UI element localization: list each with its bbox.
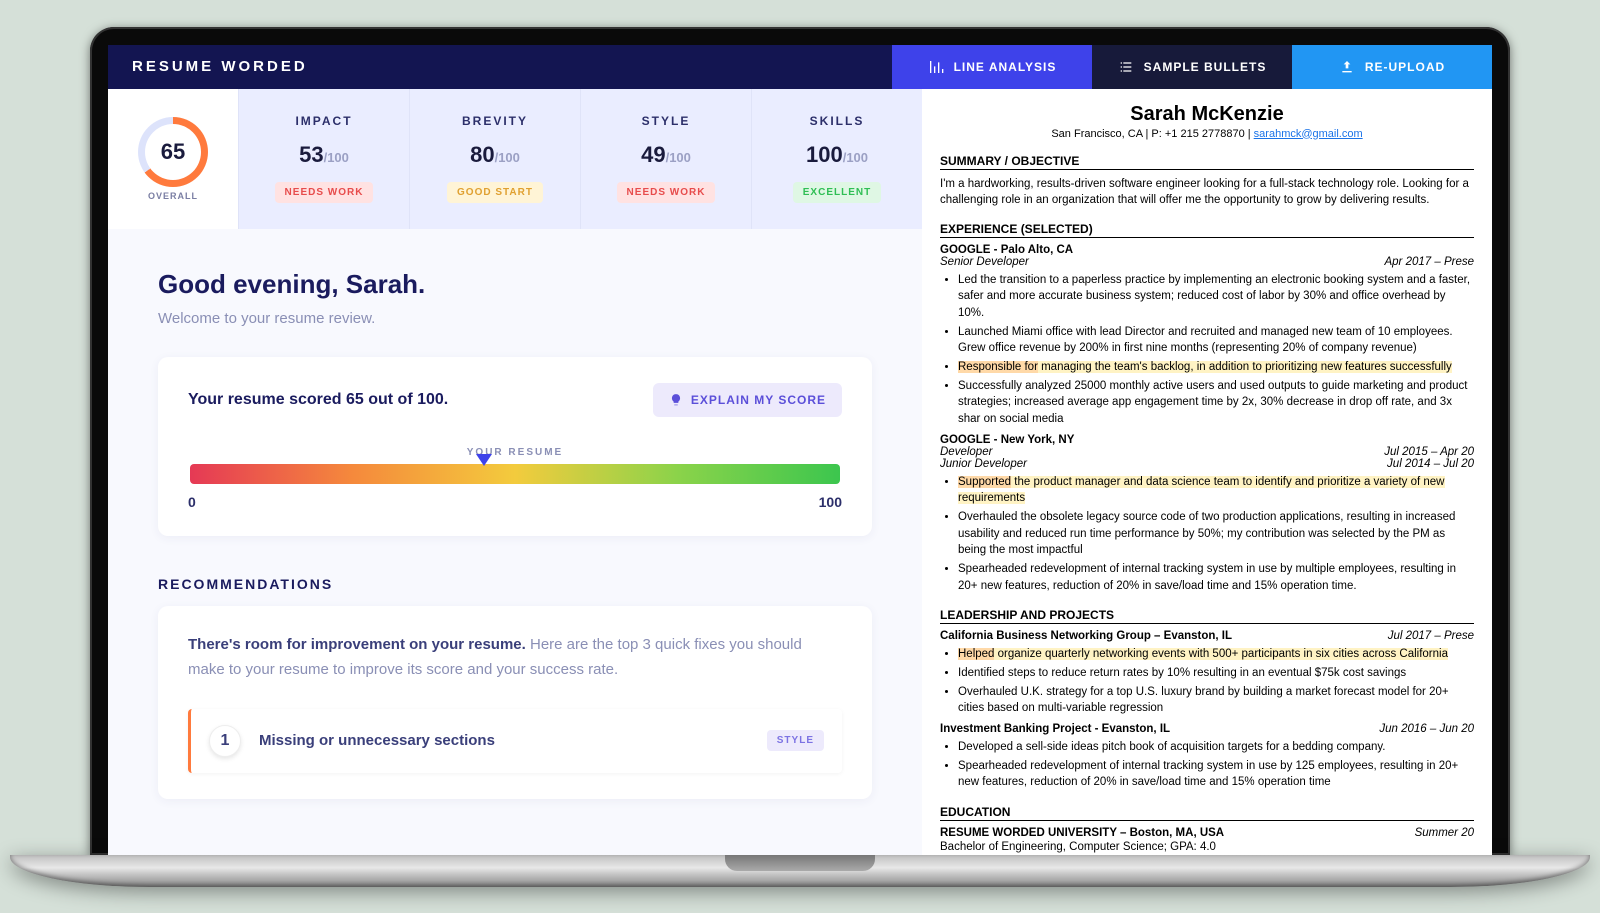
bar-high: 100 <box>819 494 842 510</box>
recommendations-card: There's room for improvement on your res… <box>158 606 872 799</box>
score-value: 80 <box>470 142 494 167</box>
section-leadership: LEADERSHIP AND PROJECTS <box>940 608 1474 624</box>
exp-bullets: Supported the product manager and data s… <box>958 474 1474 595</box>
top-nav: RESUME WORDED LINE ANALYSIS SAMPLE BULLE… <box>108 45 1492 89</box>
explain-score-button[interactable]: EXPLAIN MY SCORE <box>653 383 842 417</box>
greeting: Good evening, Sarah. <box>158 269 872 300</box>
recommendation-item[interactable]: 1 Missing or unnecessary sections STYLE <box>188 709 842 773</box>
recommendation-tag: STYLE <box>767 730 824 751</box>
bullet-highlighted: Helped organize quarterly networking eve… <box>958 646 1474 663</box>
left-panel: 65 OVERALL IMPACT 53/100 NEEDS WORK BREV… <box>108 89 922 855</box>
score-bar <box>190 464 840 484</box>
tab-reupload[interactable]: RE-UPLOAD <box>1292 45 1492 89</box>
exp-head: GOOGLE - New York, NY <box>940 434 1074 446</box>
bullet: Successfully analyzed 25000 monthly acti… <box>958 378 1474 428</box>
score-title: IMPACT <box>295 114 352 128</box>
edu-head: RESUME WORDED UNIVERSITY – Boston, MA, U… <box>940 827 1224 839</box>
score-card: Your resume scored 65 out of 100. EXPLAI… <box>158 357 872 536</box>
laptop-base <box>10 855 1590 887</box>
upload-icon <box>1339 59 1355 75</box>
exp-role: Senior Developer <box>940 256 1029 268</box>
list-icon <box>1118 59 1134 75</box>
exp-date: Apr 2017 – Prese <box>1384 256 1474 268</box>
score-value: 100 <box>806 142 843 167</box>
proj-date: Jul 2017 – Prese <box>1388 630 1474 642</box>
score-denom: /100 <box>324 150 349 165</box>
section-education: EDUCATION <box>940 805 1474 821</box>
bar-label: YOUR RESUME <box>188 447 842 458</box>
overall-score: 65 OVERALL <box>108 89 238 229</box>
proj-bullets: Developed a sell-side ideas pitch book o… <box>958 739 1474 791</box>
bullet: Overhauled U.K. strategy for a top U.S. … <box>958 684 1474 717</box>
bullet: Spearheaded redevelopment of internal tr… <box>958 758 1474 791</box>
bullet: Led the transition to a paperless practi… <box>958 272 1474 322</box>
bullet: Identified steps to reduce return rates … <box>958 665 1474 682</box>
score-chip: EXCELLENT <box>793 182 881 203</box>
score-value: 53 <box>299 142 323 167</box>
bullet: Developed a sell-side ideas pitch book o… <box>958 739 1474 756</box>
overall-label: OVERALL <box>148 191 198 201</box>
exp-role: Junior Developer <box>940 458 1027 470</box>
bullet: Spearheaded redevelopment of internal tr… <box>958 561 1474 594</box>
score-style[interactable]: STYLE 49/100 NEEDS WORK <box>580 89 751 229</box>
proj-bullets: Helped organize quarterly networking eve… <box>958 646 1474 717</box>
score-chip: NEEDS WORK <box>275 182 374 203</box>
score-ring: 65 <box>138 117 208 187</box>
score-chip: NEEDS WORK <box>617 182 716 203</box>
section-experience: EXPERIENCE (SELECTED) <box>940 222 1474 238</box>
score-skills[interactable]: SKILLS 100/100 EXCELLENT <box>751 89 922 229</box>
score-denom: /100 <box>843 150 868 165</box>
exp-date: Jul 2015 – Apr 20 <box>1384 446 1474 458</box>
bullet: Overhauled the obsolete legacy source co… <box>958 509 1474 559</box>
score-value: 49 <box>641 142 665 167</box>
exp-bullets: Led the transition to a paperless practi… <box>958 272 1474 428</box>
exp-role: Developer <box>940 446 992 458</box>
tab-reupload-label: RE-UPLOAD <box>1365 60 1445 74</box>
score-title: BREVITY <box>462 114 528 128</box>
edu-sub: Bachelor of Engineering, Computer Scienc… <box>940 839 1474 854</box>
tab-line-label: LINE ANALYSIS <box>954 60 1057 74</box>
brand-logo: RESUME WORDED <box>108 45 892 89</box>
score-denom: /100 <box>666 150 691 165</box>
recommendations-lead: There's room for improvement on your res… <box>188 632 842 683</box>
score-title: STYLE <box>642 114 691 128</box>
resume-contact: San Francisco, CA | P: +1 215 2778870 | … <box>940 128 1474 140</box>
score-sentence: Your resume scored 65 out of 100. <box>188 391 448 409</box>
recommendation-text: Missing or unnecessary sections <box>259 732 749 749</box>
bullet-highlighted: Supported the product manager and data s… <box>958 474 1474 507</box>
explain-label: EXPLAIN MY SCORE <box>691 393 826 407</box>
score-denom: /100 <box>495 150 520 165</box>
score-pointer <box>476 454 492 466</box>
proj-head: Investment Banking Project - Evanston, I… <box>940 723 1170 735</box>
lightbulb-icon <box>669 393 683 407</box>
bullet-highlighted: Responsible for managing the team's back… <box>958 359 1474 376</box>
score-title: SKILLS <box>810 114 865 128</box>
score-brevity[interactable]: BREVITY 80/100 GOOD START <box>409 89 580 229</box>
section-summary: SUMMARY / OBJECTIVE <box>940 154 1474 170</box>
proj-date: Jun 2016 – Jun 20 <box>1379 723 1474 735</box>
summary-text: I'm a hardworking, results-driven softwa… <box>940 176 1474 208</box>
bar-low: 0 <box>188 494 196 510</box>
greeting-sub: Welcome to your resume review. <box>158 310 872 327</box>
exp-date: Jul 2014 – Jul 20 <box>1387 458 1474 470</box>
tab-sample-label: SAMPLE BULLETS <box>1144 60 1267 74</box>
edu-date: Summer 20 <box>1415 827 1474 839</box>
bullet: Launched Miami office with lead Director… <box>958 324 1474 357</box>
tab-sample-bullets[interactable]: SAMPLE BULLETS <box>1092 45 1292 89</box>
exp-head: GOOGLE - Palo Alto, CA <box>940 244 1073 256</box>
analysis-icon <box>928 59 944 75</box>
resume-email-link[interactable]: sarahmck@gmail.com <box>1254 128 1363 140</box>
resume-preview[interactable]: Sarah McKenzie San Francisco, CA | P: +1… <box>922 89 1492 855</box>
overall-score-value: 65 <box>161 139 185 165</box>
resume-name: Sarah McKenzie <box>940 103 1474 126</box>
score-impact[interactable]: IMPACT 53/100 NEEDS WORK <box>238 89 409 229</box>
score-strip: 65 OVERALL IMPACT 53/100 NEEDS WORK BREV… <box>108 89 922 229</box>
proj-head: California Business Networking Group – E… <box>940 630 1232 642</box>
tab-line-analysis[interactable]: LINE ANALYSIS <box>892 45 1092 89</box>
recommendation-number: 1 <box>209 725 241 757</box>
score-chip: GOOD START <box>447 182 543 203</box>
recommendations-title: RECOMMENDATIONS <box>158 576 872 592</box>
